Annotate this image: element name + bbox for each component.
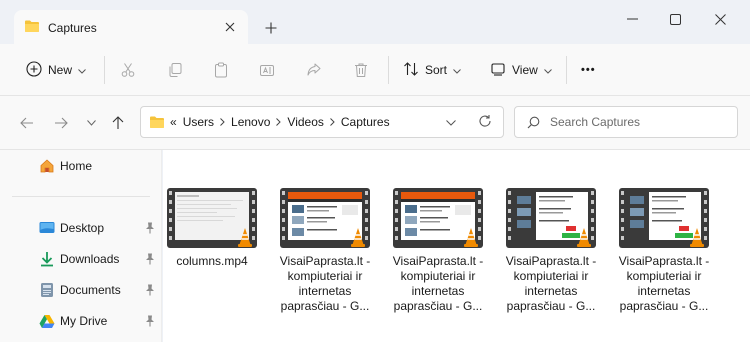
recent-locations-chevron-icon[interactable] xyxy=(82,114,100,132)
address-bar[interactable]: « Users Lenovo Videos Captures xyxy=(140,106,504,138)
sidebar-item-home[interactable]: Home xyxy=(0,153,162,179)
video-thumbnail xyxy=(280,188,370,248)
more-options-button[interactable]: ••• xyxy=(581,58,596,82)
video-thumbnail xyxy=(619,188,709,248)
rename-icon[interactable] xyxy=(259,58,275,82)
share-icon[interactable] xyxy=(306,58,322,82)
toolbar-divider xyxy=(104,56,105,84)
video-thumbnail xyxy=(167,188,257,248)
folder-icon xyxy=(24,19,40,36)
plus-circle-icon xyxy=(26,60,42,80)
navigation-bar: « Users Lenovo Videos Captures Search Ca… xyxy=(0,96,750,150)
cut-icon[interactable] xyxy=(120,58,136,82)
toolbar-divider xyxy=(566,56,567,84)
view-label: View xyxy=(512,63,538,77)
breadcrumb-overflow[interactable]: « xyxy=(170,115,177,129)
new-tab-button[interactable] xyxy=(262,19,280,37)
sidebar-item-label: Documents xyxy=(60,283,121,297)
tab-title: Captures xyxy=(48,20,97,35)
sidebar-item-desktop[interactable]: Desktop xyxy=(0,215,162,241)
breadcrumb: Users Lenovo Videos Captures xyxy=(183,115,390,129)
file-name: VisaiPaprasta.lt - kompiuteriai ir inter… xyxy=(392,254,484,313)
home-icon xyxy=(38,157,56,175)
search-placeholder: Search Captures xyxy=(550,115,641,129)
file-item[interactable]: VisaiPaprasta.lt - kompiuteriai ir inter… xyxy=(608,188,720,314)
pin-icon[interactable] xyxy=(143,314,157,328)
tab-close-icon[interactable] xyxy=(222,19,238,35)
chevron-right-icon[interactable] xyxy=(276,118,282,126)
back-arrow-icon[interactable] xyxy=(18,114,36,132)
close-icon[interactable] xyxy=(710,10,730,28)
desktop-icon xyxy=(38,219,56,237)
copy-icon[interactable] xyxy=(167,58,183,82)
sort-icon xyxy=(403,61,419,80)
pin-icon[interactable] xyxy=(143,221,157,235)
chevron-right-icon[interactable] xyxy=(330,118,335,126)
paste-icon[interactable] xyxy=(213,58,229,82)
up-arrow-icon[interactable] xyxy=(109,114,127,132)
view-icon xyxy=(490,61,506,80)
view-button[interactable]: View xyxy=(490,58,552,82)
sidebar-item-label: Home xyxy=(60,159,93,173)
search-input[interactable]: Search Captures xyxy=(514,106,738,138)
sidebar-item-label: My Drive xyxy=(60,314,108,328)
address-history-chevron-icon[interactable] xyxy=(446,115,456,129)
chevron-down-icon xyxy=(78,63,86,77)
chevron-down-icon xyxy=(453,63,461,77)
file-list: columns.mp4 VisaiPaprasta.lt - kompiuter… xyxy=(163,150,750,342)
breadcrumb-captures[interactable]: Captures xyxy=(341,115,390,129)
google-drive-icon xyxy=(38,312,56,330)
sort-button[interactable]: Sort xyxy=(403,58,461,82)
file-item[interactable]: VisaiPaprasta.lt - kompiuteriai ir inter… xyxy=(495,188,607,314)
breadcrumb-users[interactable]: Users xyxy=(183,115,214,129)
folder-icon xyxy=(149,115,165,129)
file-name: VisaiPaprasta.lt - kompiuteriai ir inter… xyxy=(618,254,710,313)
video-thumbnail xyxy=(393,188,483,248)
file-name: VisaiPaprasta.lt - kompiuteriai ir inter… xyxy=(505,254,597,313)
new-label: New xyxy=(48,63,73,77)
forward-arrow-icon[interactable] xyxy=(52,114,70,132)
navigation-pane: Home Desktop Downloads Documents My Driv… xyxy=(0,150,162,342)
title-bar: Captures xyxy=(0,0,750,45)
sidebar-item-my-drive[interactable]: My Drive xyxy=(0,308,162,334)
sort-label: Sort xyxy=(425,63,448,77)
file-item[interactable]: VisaiPaprasta.lt - kompiuteriai ir inter… xyxy=(269,188,381,314)
file-item[interactable]: VisaiPaprasta.lt - kompiuteriai ir inter… xyxy=(382,188,494,314)
new-button[interactable]: New xyxy=(26,58,86,82)
file-name: columns.mp4 xyxy=(176,254,248,268)
toolbar-divider xyxy=(388,56,389,84)
maximize-icon[interactable] xyxy=(665,10,685,28)
video-thumbnail xyxy=(506,188,596,248)
delete-icon[interactable] xyxy=(353,58,369,82)
search-icon xyxy=(527,116,540,129)
minimize-icon[interactable] xyxy=(622,10,642,28)
sidebar-item-label: Desktop xyxy=(60,221,105,235)
sidebar-divider xyxy=(12,196,150,197)
file-name: VisaiPaprasta.lt - kompiuteriai ir inter… xyxy=(279,254,371,313)
documents-icon xyxy=(38,281,56,299)
sidebar-item-downloads[interactable]: Downloads xyxy=(0,246,162,272)
sidebar-item-label: Downloads xyxy=(60,252,120,266)
pin-icon[interactable] xyxy=(143,252,157,266)
command-bar: New Sort View ••• xyxy=(0,44,750,96)
chevron-down-icon xyxy=(543,63,552,77)
pin-icon[interactable] xyxy=(143,283,157,297)
download-icon xyxy=(38,250,56,268)
breadcrumb-videos[interactable]: Videos xyxy=(287,115,323,129)
file-item[interactable]: columns.mp4 xyxy=(156,188,268,269)
chevron-right-icon[interactable] xyxy=(220,118,225,126)
sidebar-item-documents[interactable]: Documents xyxy=(0,277,162,303)
breadcrumb-lenovo[interactable]: Lenovo xyxy=(231,115,270,129)
refresh-icon[interactable] xyxy=(478,114,492,131)
tab-captures[interactable]: Captures xyxy=(14,10,248,45)
